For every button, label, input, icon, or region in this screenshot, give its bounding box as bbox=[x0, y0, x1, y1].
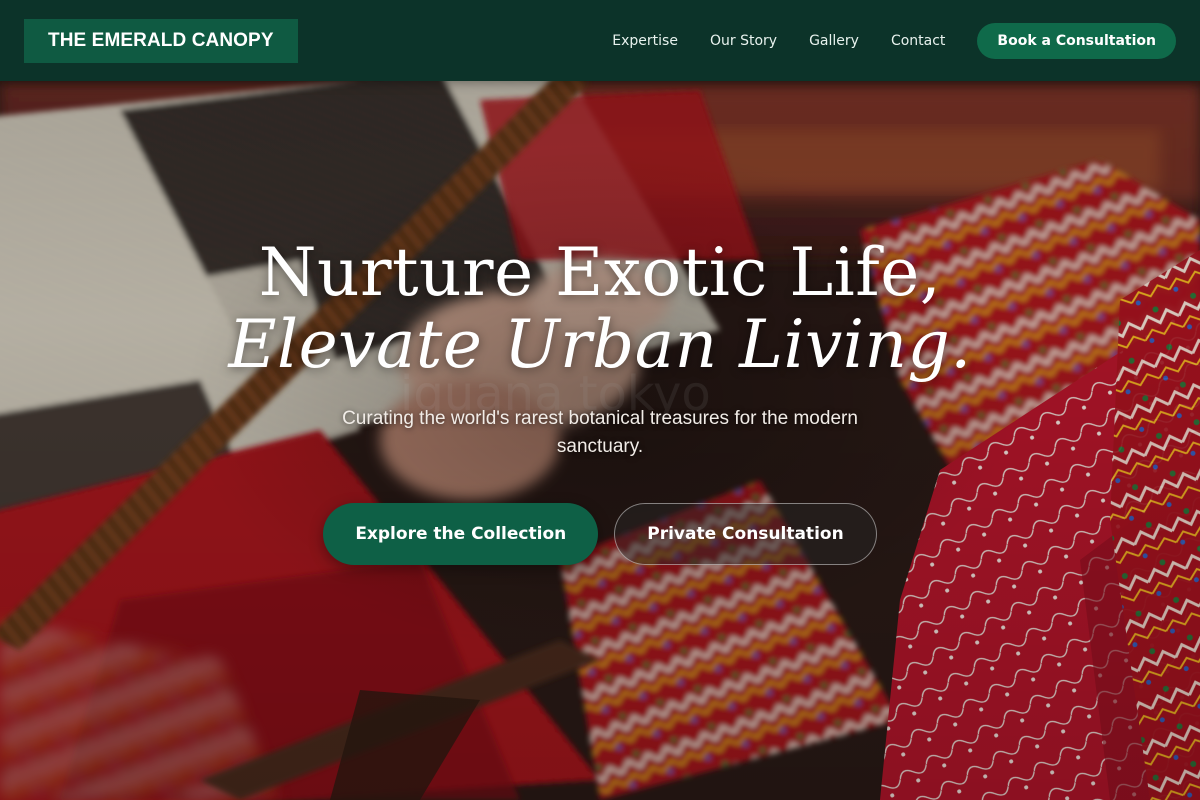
private-consultation-button[interactable]: Private Consultation bbox=[614, 503, 877, 565]
nav-link-our-story[interactable]: Our Story bbox=[710, 33, 777, 49]
nav-link-gallery[interactable]: Gallery bbox=[809, 33, 859, 49]
hero-section: Nurture Exotic Life, Elevate Urban Livin… bbox=[0, 81, 1200, 800]
explore-collection-button[interactable]: Explore the Collection bbox=[323, 503, 599, 565]
book-consultation-button[interactable]: Book a Consultation bbox=[977, 22, 1176, 59]
main-nav: Expertise Our Story Gallery Contact Book… bbox=[612, 22, 1176, 59]
site-navbar: THE EMERALD CANOPY Expertise Our Story G… bbox=[0, 0, 1200, 81]
hero-subheadline: Curating the world's rarest botanical tr… bbox=[342, 408, 858, 457]
hero-headline-line1: Nurture Exotic Life, bbox=[258, 234, 942, 311]
hero-headline-line2: Elevate Urban Living. bbox=[228, 306, 972, 383]
brand-logo[interactable]: THE EMERALD CANOPY bbox=[24, 18, 298, 63]
hero-headline: Nurture Exotic Life, Elevate Urban Livin… bbox=[228, 237, 971, 381]
hero-cta-group: Explore the Collection Private Consultat… bbox=[323, 503, 877, 565]
nav-link-expertise[interactable]: Expertise bbox=[612, 33, 678, 49]
nav-link-contact[interactable]: Contact bbox=[891, 33, 945, 49]
